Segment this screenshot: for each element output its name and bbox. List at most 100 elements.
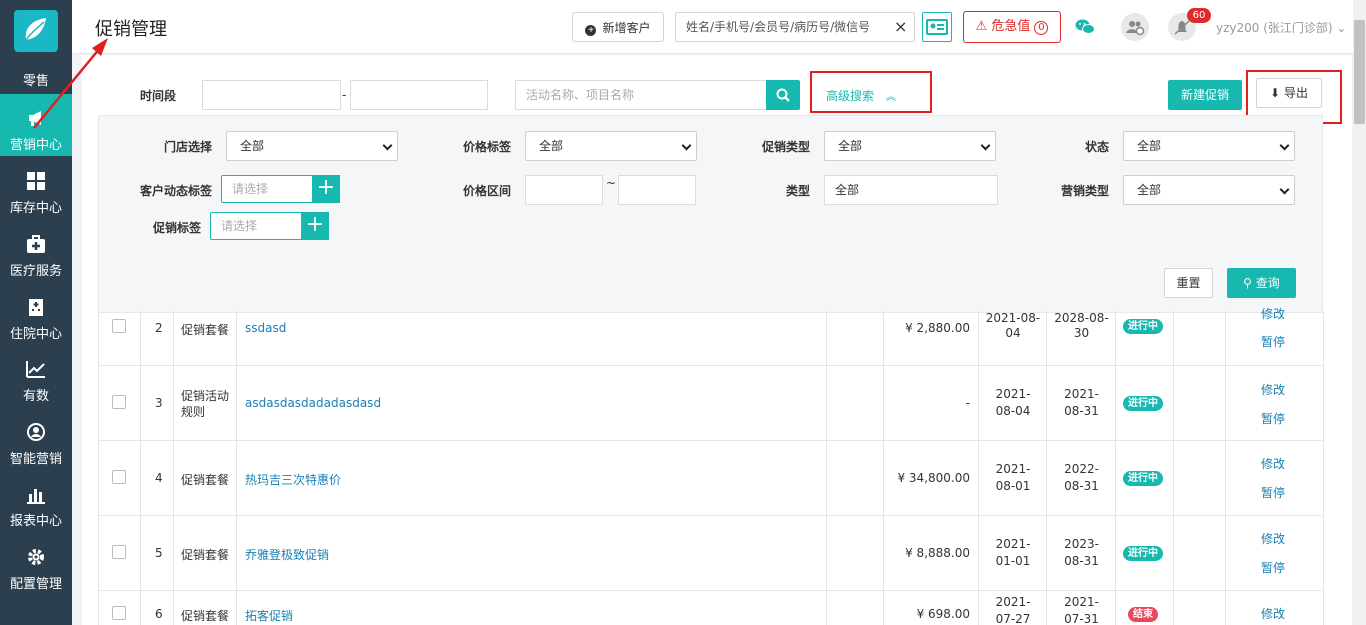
edit-link[interactable]: 修改 [1261,605,1285,622]
row-end-date: 2022-08-31 [1064,462,1099,493]
customer-tag-label: 客户动态标签 [139,184,212,198]
edit-link[interactable]: 修改 [1261,530,1285,547]
store-select[interactable]: 全部 [226,131,398,161]
status-select[interactable]: 全部 [1123,131,1295,161]
table-row[interactable]: 6 促销套餐 拓客促销 ¥ 698.00 2021-07-27 2021-07-… [99,591,1324,625]
chevron-down-icon [980,140,991,151]
row-checkbox[interactable] [112,470,126,484]
row-checkbox[interactable] [112,395,126,409]
status-label: 状态 [1084,140,1109,154]
pause-link[interactable]: 暂停 [1261,484,1285,501]
critical-value-button[interactable]: ⚠ 危急值 0 [963,11,1061,43]
row-type: 促销套餐 [181,473,230,487]
critical-count: 0 [1034,21,1049,35]
sidebar-item-label: 智能营销 [9,452,62,467]
sidebar-item-inventory[interactable]: 库存中心 [0,157,72,219]
clear-search-icon[interactable]: × [894,17,907,36]
medical-kit-icon [26,234,46,254]
marketing-type-label: 营销类型 [1060,184,1109,198]
trend-chart-icon [26,359,46,379]
row-start-date: 2021-08-01 [995,462,1031,493]
table-row[interactable]: 3 促销活动规则 asdasdasdadadasdasd - 2021-08-0… [99,366,1324,441]
row-name-link[interactable]: ssdasd [245,321,286,335]
wechat-icon[interactable] [1074,16,1096,38]
pause-link[interactable]: 暂停 [1261,333,1285,350]
new-promotion-button[interactable]: 新建促销 [1168,80,1242,110]
sidebar-item-label: 配置管理 [9,577,62,592]
pause-link[interactable]: 暂停 [1261,559,1285,576]
add-customer-tag-button[interactable]: + [312,175,340,203]
query-button[interactable]: ⚲ 查询 [1227,268,1296,298]
table-row[interactable]: 2 促销套餐 ssdasd ¥ 2,880.00 2021-08-04 2028… [99,307,1324,366]
price-max-input[interactable] [618,175,696,205]
row-end-date: 2021-08-31 [1064,387,1099,418]
end-date-input[interactable] [350,80,488,110]
row-name-link[interactable]: asdasdasdadadasdasd [245,396,381,410]
edit-link[interactable]: 修改 [1261,455,1285,472]
price-min-input[interactable] [525,175,603,205]
promo-tag-label: 促销标签 [152,221,201,235]
scrollbar-thumb[interactable] [1354,20,1365,124]
sidebar-item-config[interactable]: 配置管理 [0,533,72,595]
sidebar-item-label: 库存中心 [9,201,62,216]
sidebar-item-smart-marketing[interactable]: 智能营销 [0,408,72,470]
row-checkbox[interactable] [112,606,126,620]
group-users-icon[interactable] [1121,13,1149,41]
row-number: 5 [155,546,163,560]
reset-button[interactable]: 重置 [1164,268,1213,298]
keyword-search-input[interactable]: 活动名称、项目名称 [515,80,767,110]
customer-tag-input[interactable]: 请选择 [221,175,313,203]
warning-icon: ⚠ [975,19,988,34]
pause-link[interactable]: 暂停 [1261,410,1285,427]
id-card-icon [926,19,948,35]
price-tag-label: 价格标签 [462,140,511,154]
promo-type-label: 促销类型 [761,140,810,154]
new-customer-button[interactable]: + 新增客户 [572,12,664,42]
row-start-date: 2021-07-27 [995,595,1031,625]
id-card-button[interactable] [922,12,952,42]
sidebar-item-label: 报表中心 [9,514,62,529]
row-price: - [965,396,970,410]
row-price: ¥ 8,888.00 [905,546,970,560]
row-checkbox[interactable] [112,545,126,559]
row-checkbox[interactable] [112,319,126,333]
search-button[interactable] [766,80,800,110]
range-separator: ~ [606,176,617,190]
megaphone-icon [26,108,46,128]
promo-tag-input[interactable]: 请选择 [210,212,302,240]
status-badge: 进行中 [1123,546,1163,561]
marketing-type-select[interactable]: 全部 [1123,175,1295,205]
row-start-date: 2021-01-01 [995,537,1031,568]
table-row[interactable]: 5 促销套餐 乔雅登极致促销 ¥ 8,888.00 2021-01-01 202… [99,516,1324,591]
table-row[interactable]: 4 促销套餐 热玛吉三次特惠价 ¥ 34,800.00 2021-08-01 2… [99,441,1324,516]
chevron-down-icon: ⌄ [1336,21,1347,35]
row-name-link[interactable]: 热玛吉三次特惠价 [245,471,341,488]
edit-link[interactable]: 修改 [1261,305,1285,322]
price-tag-select[interactable]: 全部 [525,131,697,161]
time-range-label: 时间段 [140,89,177,103]
type-input[interactable]: 全部 [824,175,998,205]
vertical-scrollbar[interactable] [1353,0,1366,625]
date-separator: - [342,88,347,102]
promo-type-select[interactable]: 全部 [824,131,996,161]
start-date-input[interactable] [202,80,341,110]
chevron-down-icon [1279,184,1290,195]
row-name-link[interactable]: 拓客促销 [245,607,293,624]
row-end-date: 2023-08-31 [1064,537,1099,568]
sidebar-item-reports[interactable]: 报表中心 [0,470,72,532]
gear-icon [26,547,46,567]
sidebar-item-label: 营销中心 [9,138,62,153]
edit-link[interactable]: 修改 [1261,381,1285,398]
patient-search-input[interactable]: 姓名/手机号/会员号/病历号/微信号 [675,12,915,42]
status-badge: 进行中 [1123,471,1163,486]
sidebar-item-medical[interactable]: 医疗服务 [0,220,72,282]
search-icon: ⚲ [1243,276,1252,290]
hospital-icon [26,297,46,317]
row-name-link[interactable]: 乔雅登极致促销 [245,546,329,563]
page-title: 促销管理 [95,19,167,40]
sidebar-item-data[interactable]: 有数 [0,345,72,407]
add-promo-tag-button[interactable]: + [301,212,329,240]
sidebar-item-marketing[interactable]: 营销中心 [0,94,72,156]
sidebar-item-inpatient[interactable]: 住院中心 [0,283,72,345]
user-menu[interactable]: yzy200 (张江门诊部) ⌄ [1216,19,1346,36]
